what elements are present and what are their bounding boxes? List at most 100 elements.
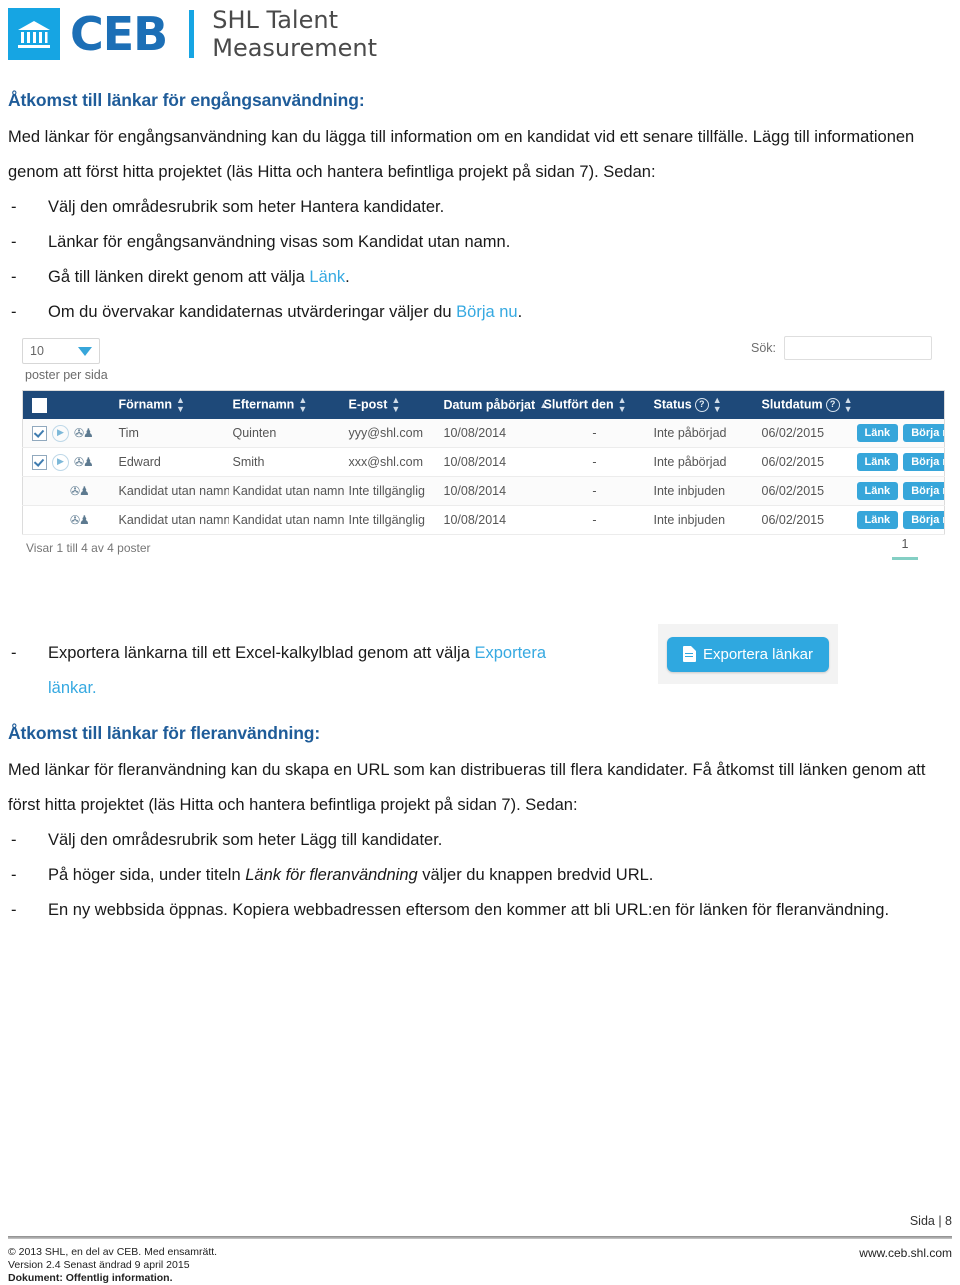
col-firstname[interactable]: Förnamn ▲ ▼ (114, 390, 229, 419)
candidate-person-icon: ✇♟ (70, 484, 90, 498)
candidate-table: Förnamn ▲ ▼ Efternamn ▲ ▼ E-post ▲ ▼ Datum påb… (22, 390, 945, 535)
row-controls: ▶ ✇♟ (22, 447, 115, 477)
start-now-button[interactable]: Börja nu (903, 453, 945, 471)
candidate-grid-screenshot: 10 poster per sida Sök: Förnamn ▲ ▼ Eftern… (8, 332, 952, 587)
cell-email: Inte tillgänglig (344, 476, 440, 506)
chevron-down-icon (78, 346, 92, 356)
candidate-person-icon: ✇♟ (74, 455, 94, 469)
search-input[interactable] (784, 336, 932, 360)
col-status-label: Status (653, 397, 692, 412)
link-lank[interactable]: Länk (309, 268, 345, 286)
page-label: Sida | 8 (909, 1214, 952, 1228)
list-item: Exportera länkarna till ett Excel-kalkyl… (8, 636, 648, 706)
link-borja-nu[interactable]: Börja nu (456, 303, 517, 321)
cell-end-date: 06/02/2015 (757, 447, 853, 477)
per-page-select[interactable]: 10 (22, 338, 100, 364)
link-button[interactable]: Länk (856, 424, 899, 442)
start-now-button[interactable]: Börja nu (903, 511, 945, 529)
footer-left: © 2013 SHL, en del av CEB. Med ensamrätt… (8, 1246, 217, 1285)
row-checkbox (32, 485, 45, 498)
chevron-right-icon: ▶ (50, 484, 65, 499)
section-two-bullets: Välj den områdesrubrik som heter Lägg ti… (8, 823, 952, 928)
start-now-button[interactable]: Börja nu (903, 482, 945, 500)
chevron-right-icon[interactable]: ▶ (52, 424, 69, 442)
cell-email: Inte tillgänglig (344, 505, 440, 535)
cell-status: Inte inbjuden (649, 505, 758, 535)
table-row[interactable]: ▶ ✇♟ Edward Smith xxx@shl.com 10/08/2014… (22, 447, 945, 477)
bank-building-icon (8, 8, 60, 61)
export-links-button[interactable]: Exportera länkar (666, 636, 830, 672)
col-firstname-label: Förnamn (118, 397, 172, 412)
sort-icon: ▲ ▼ (843, 395, 853, 414)
per-page-value: 10 (30, 344, 44, 358)
select-all-checkbox[interactable] (32, 397, 47, 413)
table-body: ▶ ✇♟ Tim Quinten yyy@shl.com 10/08/2014 … (22, 419, 945, 535)
section-one-bullets: Välj den områdesrubrik som heter Hantera… (8, 190, 952, 330)
cell-status: Inte påbörjad (649, 419, 758, 448)
table-row[interactable]: ▶ ✇♟ Tim Quinten yyy@shl.com 10/08/2014 … (22, 419, 945, 448)
col-completed[interactable]: Slutfört den ▲ ▼ (539, 390, 650, 419)
list-item: En ny webbsida öppnas. Kopiera webbadres… (8, 893, 952, 928)
cell-status: Inte inbjuden (649, 476, 758, 506)
col-status[interactable]: Status? ▲ ▼ (649, 390, 758, 419)
col-email[interactable]: E-post ▲ ▼ (344, 390, 440, 419)
table-row[interactable]: ▶ ✇♟ Kandidat utan namn Kandidat utan na… (22, 505, 945, 535)
col-lastname-label: Efternamn (232, 397, 295, 412)
document-icon (682, 646, 696, 662)
help-icon[interactable]: ? (825, 398, 840, 412)
section-one-intro: Med länkar för engångsanvändning kan du … (8, 128, 915, 181)
help-icon[interactable]: ? (694, 398, 709, 412)
link-button[interactable]: Länk (856, 453, 899, 471)
cell-lastname: Kandidat utan namn (228, 505, 345, 535)
footer-document: Dokument: Offentlig information. (8, 1272, 217, 1285)
cell-status: Inte påbörjad (649, 447, 758, 477)
col-lastname[interactable]: Efternamn ▲ ▼ (228, 390, 345, 419)
sort-icon: ▲ ▼ (712, 395, 722, 414)
bullet-text-post: . (517, 303, 523, 321)
brand-divider (189, 10, 195, 59)
bullet-text: Välj den områdesrubrik som heter Lägg ti… (48, 831, 443, 849)
footer-version: Version 2.4 Senast ändrad 9 april 2015 (8, 1259, 190, 1271)
cell-date-started: 10/08/2014 (439, 476, 540, 506)
export-bullets: Exportera länkarna till ett Excel-kalkyl… (8, 636, 648, 706)
pagination[interactable]: 1 (892, 537, 918, 560)
bullet-text: Länkar för engångsanvändning visas som K… (48, 233, 511, 251)
link-button[interactable]: Länk (856, 482, 899, 500)
link-exportera-a[interactable]: Exportera (474, 644, 546, 662)
col-end-date[interactable]: Slutdatum? ▲ ▼ (757, 390, 853, 419)
cell-lastname: Smith (228, 447, 345, 477)
cell-firstname: Edward (114, 447, 229, 477)
sort-icon: ▲ ▼ (391, 395, 401, 414)
section-two-intro: Med länkar för fleranvändning kan du ska… (8, 761, 926, 814)
footer-document-prefix: Dokument: (8, 1272, 66, 1284)
list-item: Länkar för engångsanvändning visas som K… (8, 225, 952, 260)
document-page: CEB SHL Talent Measurement Åtkomst till … (0, 0, 960, 1284)
row-controls: ▶ ✇♟ (22, 419, 115, 448)
cell-actions: LänkBörja nu (852, 447, 945, 477)
cell-firstname: Kandidat utan namn (114, 476, 229, 506)
cell-firstname: Kandidat utan namn (114, 505, 229, 535)
page-number[interactable]: 1 (892, 537, 918, 551)
list-item: Välj den områdesrubrik som heter Hantera… (8, 190, 952, 225)
col-date-started-label: Datum påbörjat (443, 398, 536, 412)
link-exportera-b[interactable]: länkar. (48, 679, 97, 697)
chevron-right-icon: ▶ (50, 513, 65, 528)
cell-email[interactable]: yyy@shl.com (344, 419, 440, 448)
row-checkbox[interactable] (32, 454, 47, 470)
row-checkbox[interactable] (32, 425, 47, 441)
col-date-started[interactable]: Datum påbörjat▲ (439, 390, 548, 419)
sort-icon: ▲ ▼ (175, 395, 185, 414)
bullet-text-pre: Om du övervakar kandidaternas utvärderin… (48, 303, 457, 321)
cell-email[interactable]: xxx@shl.com (344, 447, 440, 477)
cell-date-started: 10/08/2014 (439, 447, 540, 477)
col-select-all[interactable] (22, 390, 115, 419)
link-button[interactable]: Länk (856, 511, 899, 529)
table-row[interactable]: ▶ ✇♟ Kandidat utan namn Kandidat utan na… (22, 476, 945, 506)
grid-footer: Visar 1 till 4 av 4 poster 1 (22, 537, 934, 577)
start-now-button[interactable]: Börja nu (903, 424, 945, 442)
chevron-right-icon[interactable]: ▶ (52, 453, 69, 471)
cell-date-started: 10/08/2014 (439, 419, 540, 448)
section-two-heading: Åtkomst till länkar för fleranvändning: (8, 723, 321, 743)
cell-completed: - (539, 505, 650, 535)
list-item: På höger sida, under titeln Länk för fle… (8, 858, 952, 893)
